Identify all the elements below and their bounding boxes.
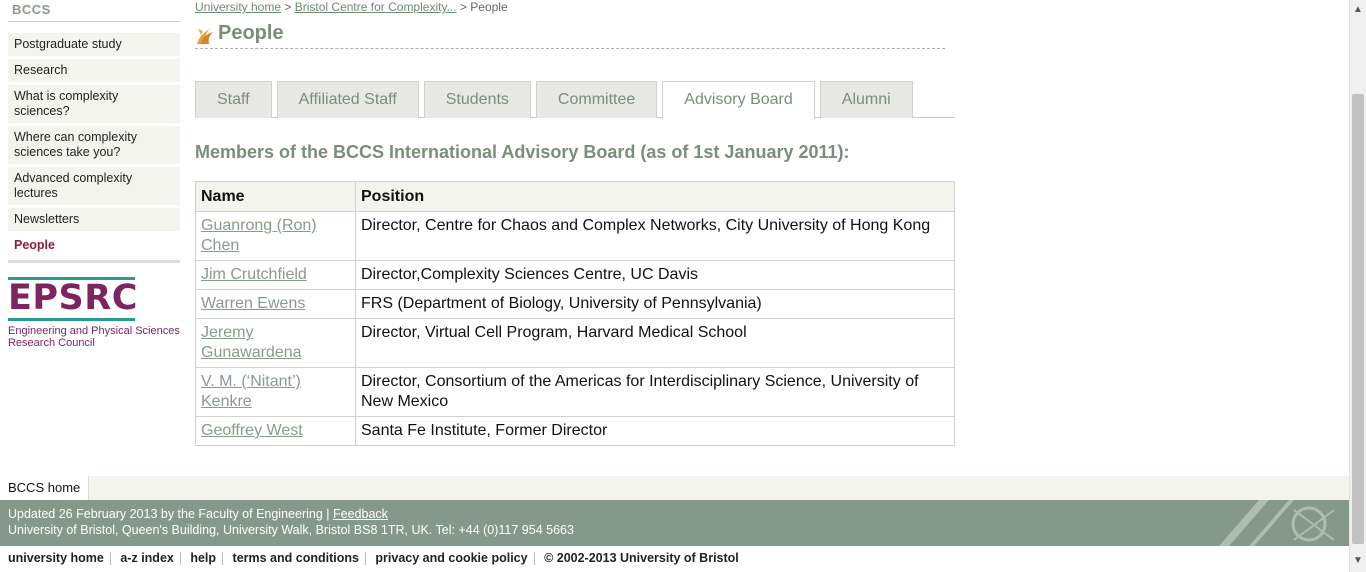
sidebar-item-newsletters[interactable]: Newsletters: [8, 208, 180, 231]
member-link-kenkre[interactable]: V. M. (‘Nitant’) Kenkre: [201, 373, 301, 410]
table-cell-position: Director, Consortium of the Americas for…: [355, 367, 955, 417]
sidebar-item-postgraduate-study[interactable]: Postgraduate study: [8, 33, 180, 56]
table-row: Jim Crutchfield Director,Complexity Scie…: [195, 260, 955, 290]
table-cell-name: Geoffrey West: [195, 416, 356, 446]
footer-link-help[interactable]: help: [184, 552, 224, 565]
breadcrumb-separator: >: [284, 0, 292, 14]
scroll-thumb[interactable]: [1352, 94, 1364, 544]
sidebar-item-where-can-complexity[interactable]: Where can complexity sciences take you?: [8, 126, 180, 164]
page-title-row: People: [195, 21, 945, 49]
footer-separator: |: [326, 507, 330, 521]
scroll-down-arrow-icon[interactable]: ▼: [1353, 555, 1363, 566]
epsrc-subtitle: Engineering and Physical Sciences Resear…: [8, 325, 188, 349]
footer-link-university-home[interactable]: university home: [2, 552, 111, 565]
sidebar-item-advanced-lectures[interactable]: Advanced complexity lectures: [8, 167, 180, 205]
table-cell-name: Jeremy Gunawardena: [195, 318, 356, 368]
epsrc-logo[interactable]: EPSRC Engineering and Physical Sciences …: [8, 277, 188, 349]
epsrc-subtitle-line1: Engineering and Physical Sciences: [8, 325, 180, 337]
column-header-position: Position: [355, 181, 955, 212]
table-cell-name: Jim Crutchfield: [195, 260, 356, 290]
footer-link-az-index[interactable]: a-z index: [114, 552, 181, 565]
sidebar: BCCS Postgraduate study Research What is…: [8, 0, 180, 263]
tab-committee[interactable]: Committee: [535, 81, 658, 118]
footer-links: university home a-z index help terms and…: [0, 548, 1349, 570]
breadcrumb-bccs[interactable]: Bristol Centre for Complexity...: [295, 0, 457, 14]
table-cell-position: Santa Fe Institute, Former Director: [355, 416, 955, 446]
breadcrumb-separator: >: [459, 0, 467, 14]
member-link-crutchfield[interactable]: Jim Crutchfield: [201, 266, 307, 283]
table-cell-position: Director, Virtual Cell Program, Harvard …: [355, 318, 955, 368]
member-link-ewens[interactable]: Warren Ewens: [201, 295, 305, 312]
sidebar-item-people[interactable]: People: [8, 234, 180, 257]
people-tabs: Staff Affiliated Staff Students Committe…: [195, 81, 955, 119]
bccs-home-link[interactable]: BCCS home: [0, 476, 90, 500]
breadcrumb-university-home[interactable]: University home: [195, 0, 281, 14]
epsrc-wordmark: EPSRC: [8, 278, 138, 318]
table-cell-position: Director, Centre for Chaos and Complex N…: [355, 211, 955, 261]
footer-link-privacy[interactable]: privacy and cookie policy: [369, 552, 535, 565]
tab-students[interactable]: Students: [423, 81, 531, 118]
member-link-west[interactable]: Geoffrey West: [201, 422, 303, 439]
vertical-scrollbar[interactable]: ▲ ▼: [1349, 0, 1366, 572]
footer-copyright: © 2002-2013 University of Bristol: [544, 551, 739, 565]
table-row: V. M. (‘Nitant’) Kenkre Director, Consor…: [195, 367, 955, 417]
member-link-gunawardena[interactable]: Jeremy Gunawardena: [201, 324, 302, 361]
sidebar-nav: Postgraduate study Research What is comp…: [8, 33, 180, 257]
footer-link-terms[interactable]: terms and conditions: [227, 552, 366, 565]
table-header-row: Name Position: [195, 181, 955, 212]
table-row: Jeremy Gunawardena Director, Virtual Cel…: [195, 318, 955, 368]
tab-affiliated-staff[interactable]: Affiliated Staff: [276, 81, 419, 118]
page-title: People: [218, 22, 284, 44]
sidebar-item-research[interactable]: Research: [8, 59, 180, 82]
main-content: University home > Bristol Centre for Com…: [195, 0, 955, 446]
table-row: Warren Ewens FRS (Department of Biology,…: [195, 289, 955, 319]
table-cell-position: FRS (Department of Biology, University o…: [355, 289, 955, 319]
footer-home-bar: BCCS home: [0, 476, 1349, 500]
footer-updated: Updated 26 February 2013 by the Faculty …: [8, 507, 323, 521]
university-crest-watermark-icon: [1219, 500, 1335, 546]
tab-alumni[interactable]: Alumni: [819, 81, 913, 118]
table-cell-name: Warren Ewens: [195, 289, 356, 319]
section-heading: Members of the BCCS International Adviso…: [195, 142, 850, 162]
table-cell-name: V. M. (‘Nitant’) Kenkre: [195, 367, 356, 417]
footer-info: Updated 26 February 2013 by the Faculty …: [0, 500, 1349, 546]
table-cell-name: Guanrong (Ron) Chen: [195, 211, 356, 261]
feedback-link[interactable]: Feedback: [333, 507, 388, 521]
epsrc-bottom-bar: [8, 318, 135, 321]
tab-advisory-board[interactable]: Advisory Board: [662, 81, 815, 119]
sidebar-title: BCCS: [8, 0, 180, 22]
advisory-board-table: Name Position Guanrong (Ron) Chen Direct…: [195, 181, 955, 446]
table-cell-position: Director,Complexity Sciences Centre, UC …: [355, 260, 955, 290]
sidebar-item-what-is-complexity[interactable]: What is complexity sciences?: [8, 85, 180, 123]
breadcrumb-current: People: [470, 0, 508, 14]
member-link-chen[interactable]: Guanrong (Ron) Chen: [201, 217, 317, 254]
breadcrumb: University home > Bristol Centre for Com…: [195, 0, 955, 15]
table-row: Guanrong (Ron) Chen Director, Centre for…: [195, 211, 955, 261]
footer-updated-line: Updated 26 February 2013 by the Faculty …: [8, 506, 1341, 522]
sidebar-divider: [8, 260, 180, 263]
epsrc-subtitle-line2: Research Council: [8, 337, 95, 349]
tab-staff[interactable]: Staff: [195, 81, 272, 118]
scroll-up-arrow-icon[interactable]: ▲: [1353, 4, 1363, 15]
column-header-name: Name: [195, 181, 356, 212]
table-row: Geoffrey West Santa Fe Institute, Former…: [195, 416, 955, 446]
footer-address: University of Bristol, Queen's Building,…: [8, 523, 574, 537]
flame-icon: [197, 28, 213, 44]
